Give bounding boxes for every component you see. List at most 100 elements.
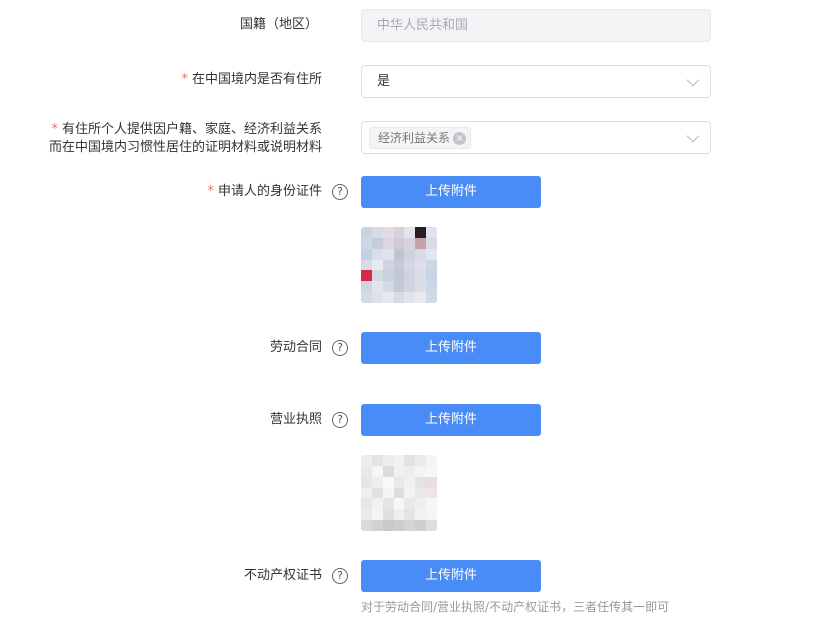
thumbnail-pixel: [361, 487, 372, 499]
materials-label-line2: 而在中国境内习惯性居住的证明材料或说明材料: [48, 140, 322, 155]
thumbnail-pixel: [361, 476, 372, 488]
labor-contract-label: 劳动合同: [269, 340, 322, 355]
thumbnail-pixel: [371, 227, 383, 238]
thumbnail-pixel: [426, 259, 437, 271]
thumbnail-pixel: [404, 476, 416, 488]
thumbnail-pixel: [361, 292, 372, 303]
thumbnail-pixel: [393, 476, 405, 488]
property-cert-label: 不动产权证书: [243, 568, 322, 583]
chevron-down-icon: [686, 129, 700, 143]
thumbnail-pixel: [361, 498, 372, 510]
chevron-down-icon: [686, 73, 700, 87]
thumbnail-pixel: [371, 259, 383, 271]
thumbnail-pixel: [415, 465, 427, 477]
help-icon[interactable]: ?: [332, 412, 348, 428]
business-license-label: 营业执照: [269, 412, 322, 427]
thumbnail-pixel: [404, 237, 416, 249]
thumbnail-pixel: [404, 270, 416, 282]
thumbnail-pixel: [415, 520, 427, 531]
materials-label-line1-wrap: * 有住所个人提供因户籍、家庭、经济利益关系: [51, 121, 322, 139]
thumbnail-pixel: [361, 281, 372, 293]
thumbnail-pixel: [404, 455, 416, 466]
thumbnail-pixel: [382, 281, 394, 293]
thumbnail-pixel: [426, 498, 437, 510]
thumbnail-pixel: [415, 237, 427, 249]
thumbnail-pixel: [382, 476, 394, 488]
domicile-label-wrap: * 在中国境内是否有住所: [181, 71, 322, 89]
thumbnail-pixel: [404, 292, 416, 303]
thumbnail-pixel: [415, 509, 427, 521]
help-icon[interactable]: ?: [332, 568, 348, 584]
thumbnail-pixel: [393, 270, 405, 282]
help-icon[interactable]: ?: [332, 184, 348, 200]
thumbnail-pixel: [426, 237, 437, 249]
thumbnail-pixel: [404, 487, 416, 499]
thumbnail-pixel: [382, 227, 394, 238]
thumbnail-pixel: [415, 292, 427, 303]
thumbnail-pixel: [371, 237, 383, 249]
selected-tag: 经济利益关系 ×: [369, 127, 472, 149]
thumbnail-pixel: [404, 465, 416, 477]
thumbnail-pixel: [361, 259, 372, 271]
id-doc-thumbnail[interactable]: [361, 227, 437, 303]
thumbnail-pixel: [393, 498, 405, 510]
thumbnail-pixel: [426, 509, 437, 521]
domicile-label: 在中国境内是否有住所: [191, 72, 322, 87]
thumbnail-pixel: [393, 520, 405, 531]
thumbnail-pixel: [371, 455, 383, 466]
nationality-field: 中华人民共和国: [361, 9, 711, 42]
thumbnail-pixel: [415, 270, 427, 282]
nationality-value: 中华人民共和国: [377, 18, 469, 33]
thumbnail-pixel: [415, 259, 427, 271]
thumbnail-pixel: [393, 227, 405, 238]
thumbnail-pixel: [393, 248, 405, 260]
thumbnail-pixel: [382, 248, 394, 260]
thumbnail-pixel: [393, 281, 405, 293]
thumbnail-pixel: [382, 509, 394, 521]
tag-close-icon[interactable]: ×: [453, 131, 467, 145]
thumbnail-pixel: [361, 227, 372, 238]
thumbnail-pixel: [371, 487, 383, 499]
thumbnail-pixel: [404, 259, 416, 271]
id-doc-label: 申请人的身份证件: [217, 184, 322, 199]
required-mark: *: [51, 122, 58, 137]
thumbnail-pixel: [361, 509, 372, 521]
thumbnail-pixel: [404, 248, 416, 260]
thumbnail-pixel: [382, 270, 394, 282]
thumbnail-pixel: [426, 227, 437, 238]
thumbnail-pixel: [371, 292, 383, 303]
thumbnail-pixel: [382, 498, 394, 510]
thumbnail-pixel: [361, 465, 372, 477]
materials-label-line1: 有住所个人提供因户籍、家庭、经济利益关系: [61, 122, 322, 137]
thumbnail-pixel: [404, 509, 416, 521]
thumbnail-pixel: [426, 455, 437, 466]
thumbnail-pixel: [415, 248, 427, 260]
property-cert-upload-button[interactable]: 上传附件: [361, 560, 541, 592]
materials-select[interactable]: 经济利益关系 ×: [361, 121, 711, 154]
thumbnail-pixel: [361, 248, 372, 260]
thumbnail-pixel: [404, 498, 416, 510]
id-doc-label-wrap: * 申请人的身份证件: [207, 183, 322, 201]
thumbnail-pixel: [371, 248, 383, 260]
thumbnail-pixel: [371, 281, 383, 293]
thumbnail-pixel: [415, 227, 427, 238]
id-doc-upload-button[interactable]: 上传附件: [361, 176, 541, 208]
thumbnail-pixel: [371, 520, 383, 531]
thumbnail-pixel: [426, 465, 437, 477]
thumbnail-pixel: [382, 237, 394, 249]
business-license-thumbnail[interactable]: [361, 455, 437, 531]
thumbnail-pixel: [382, 520, 394, 531]
business-license-upload-button[interactable]: 上传附件: [361, 404, 541, 436]
thumbnail-pixel: [361, 520, 372, 531]
upload-hint: 对于劳动合同/营业执照/不动产权证书，三者任传其一即可: [361, 600, 670, 614]
thumbnail-pixel: [415, 281, 427, 293]
help-icon[interactable]: ?: [332, 340, 348, 356]
domicile-value: 是: [377, 74, 391, 89]
thumbnail-pixel: [415, 487, 427, 499]
domicile-select[interactable]: 是: [361, 65, 711, 98]
thumbnail-pixel: [393, 292, 405, 303]
thumbnail-pixel: [415, 498, 427, 510]
thumbnail-pixel: [426, 487, 437, 499]
thumbnail-pixel: [382, 259, 394, 271]
labor-contract-upload-button[interactable]: 上传附件: [361, 332, 541, 364]
